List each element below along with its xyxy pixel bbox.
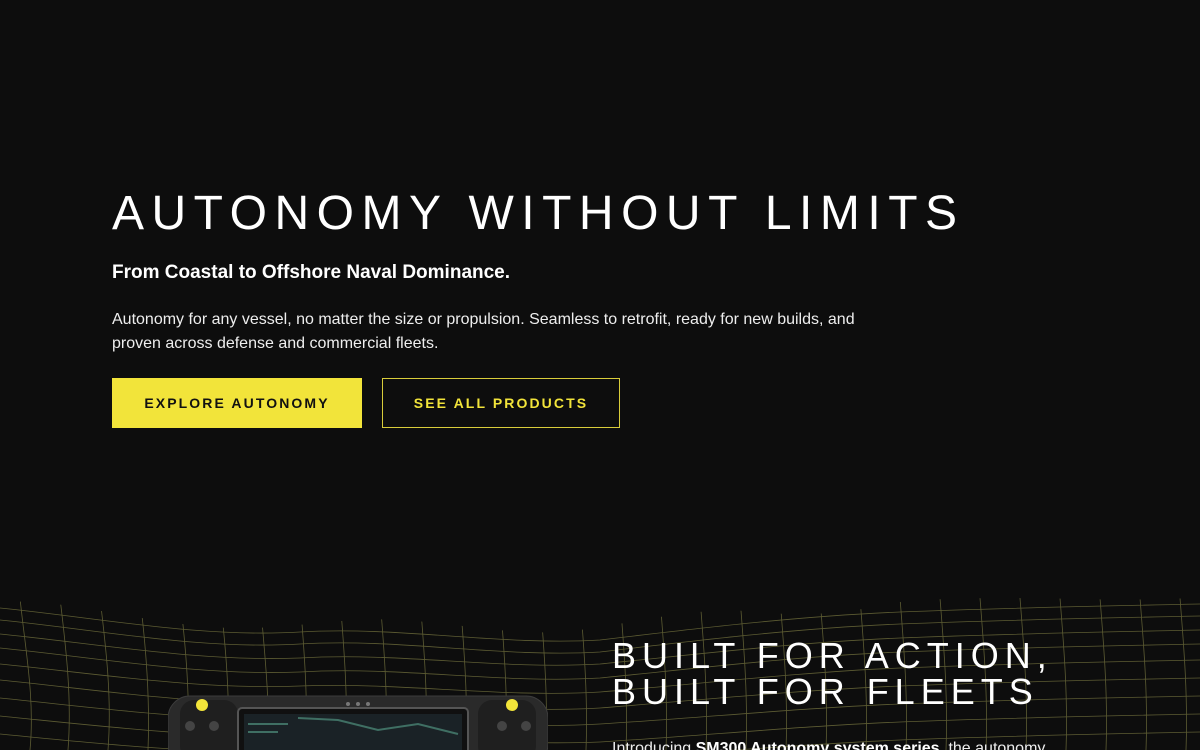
section-heading: BUILT FOR ACTION, BUILT FOR FLEETS <box>612 638 1172 710</box>
intro-prefix: Introducing <box>612 740 696 750</box>
hero-subtitle: From Coastal to Offshore Naval Dominance… <box>112 262 511 283</box>
hero-title: AUTONOMY WITHOUT LIMITS <box>112 187 965 240</box>
intro-product-name: SM300 Autonomy system series <box>695 740 940 750</box>
hero-section: AUTONOMY WITHOUT LIMITS From Coastal to … <box>112 188 1112 428</box>
product-section: BUILT FOR ACTION, BUILT FOR FLEETS Intro… <box>0 598 1200 750</box>
explore-autonomy-button[interactable]: EXPLORE AUTONOMY <box>112 378 362 428</box>
section-heading-line1: BUILT FOR ACTION, <box>612 635 1053 676</box>
section-heading-line2: BUILT FOR FLEETS <box>612 671 1039 712</box>
section-intro: Introducing SM300 Autonomy system series… <box>612 738 1172 750</box>
see-all-products-button[interactable]: SEE ALL PRODUCTS <box>382 378 620 428</box>
hero-description: Autonomy for any vessel, no matter the s… <box>112 311 855 352</box>
intro-suffix: , the autonomy <box>939 740 1046 750</box>
sm300-controller-image <box>168 695 548 750</box>
built-for-action-block: BUILT FOR ACTION, BUILT FOR FLEETS Intro… <box>612 638 1172 750</box>
hero-buttons: EXPLORE AUTONOMY SEE ALL PRODUCTS <box>112 378 1112 428</box>
